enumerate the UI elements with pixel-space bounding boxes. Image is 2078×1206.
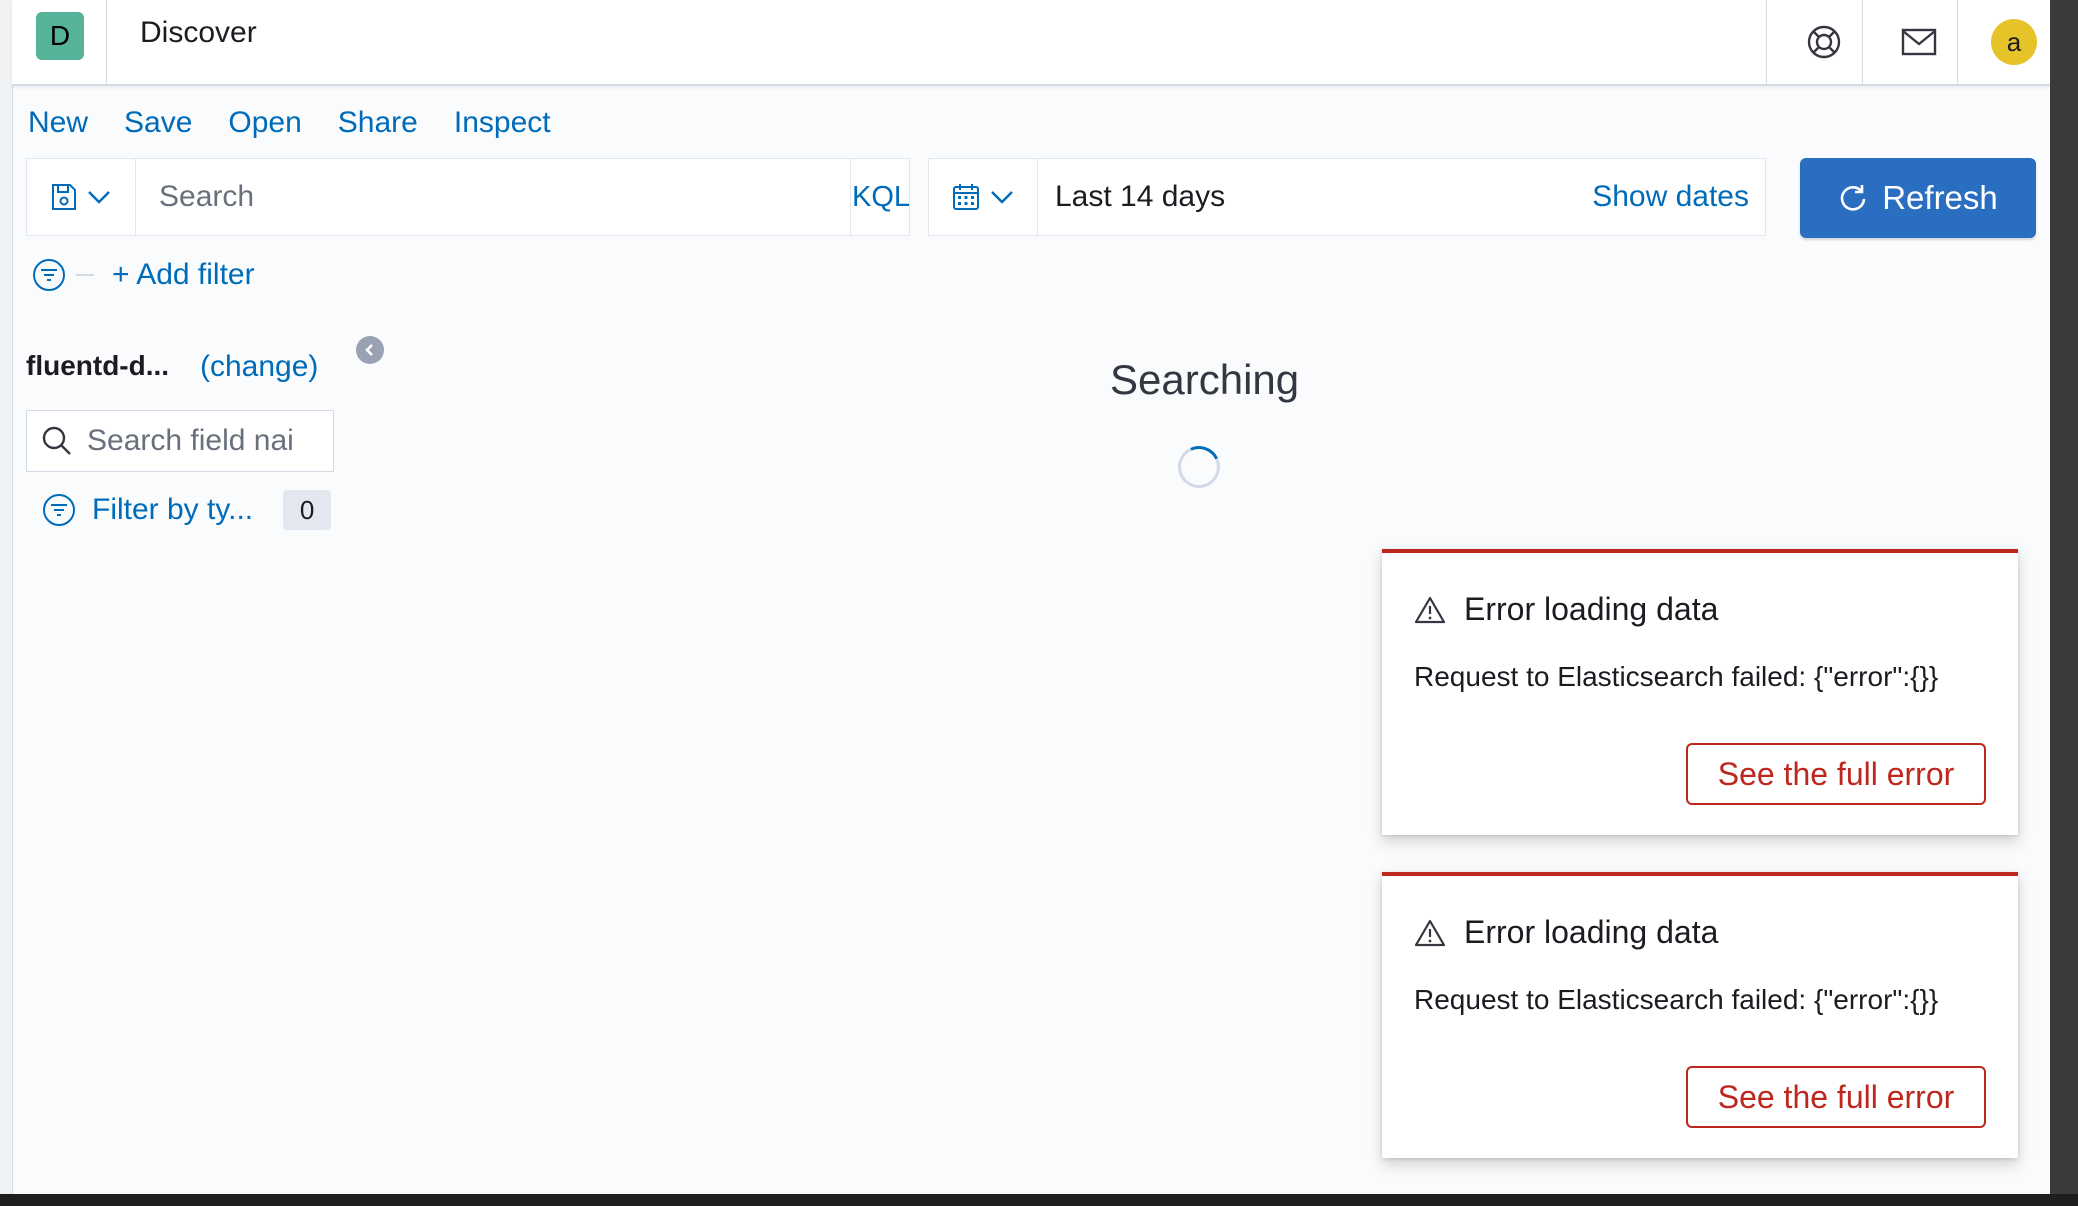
- see-full-error-button[interactable]: See the full error: [1686, 1066, 1986, 1128]
- menu-save[interactable]: Save: [124, 106, 192, 140]
- menu-new[interactable]: New: [28, 106, 88, 140]
- window-background: [2050, 0, 2078, 1206]
- warning-icon: [1414, 919, 1446, 946]
- see-full-error-button[interactable]: See the full error: [1686, 743, 1986, 805]
- error-toast: Error loading data Request to Elasticsea…: [1382, 872, 2018, 1158]
- header-divider: [1862, 0, 1863, 84]
- save-icon: [52, 184, 76, 210]
- filter-count-badge: 0: [283, 490, 332, 530]
- top-nav-menu: New Save Open Share Inspect: [28, 106, 551, 140]
- show-dates-link[interactable]: Show dates: [1592, 159, 1749, 235]
- toast-header: Error loading data: [1414, 914, 1718, 951]
- refresh-icon: [1840, 185, 1866, 211]
- calendar-icon: [953, 184, 979, 210]
- filter-icon[interactable]: [32, 258, 66, 292]
- loading-spinner: [1172, 440, 1226, 494]
- change-index-pattern-link[interactable]: (change): [200, 350, 318, 384]
- filter-by-type-label: Filter by ty...: [92, 493, 254, 526]
- menu-open[interactable]: Open: [228, 106, 301, 140]
- header-divider: [1766, 0, 1767, 84]
- toast-message: Request to Elasticsearch failed: {"error…: [1414, 984, 1939, 1015]
- date-range-label[interactable]: Last 14 days: [1055, 159, 1225, 235]
- newsfeed-button[interactable]: [1872, 0, 1966, 84]
- quick-select-button[interactable]: [929, 159, 1038, 235]
- search-input[interactable]: Search: [135, 159, 851, 235]
- avatar: a: [1991, 19, 2037, 65]
- kibana-app: D Discover a New Save Open Share Inspect…: [0, 0, 2050, 1194]
- query-language-button[interactable]: KQL: [851, 159, 911, 235]
- filter-divider: [76, 274, 94, 276]
- warning-icon: [1414, 596, 1446, 623]
- error-toast: Error loading data Request to Elasticsea…: [1382, 549, 2018, 835]
- field-search-placeholder: Search field nai: [87, 424, 294, 457]
- menu-share[interactable]: Share: [338, 106, 418, 140]
- collapse-sidebar-button[interactable]: [356, 336, 384, 364]
- header-divider: [106, 0, 107, 84]
- user-menu-button[interactable]: a: [1967, 0, 2050, 84]
- date-picker: Last 14 days Show dates: [928, 158, 1766, 236]
- arrow-left-icon: [365, 344, 373, 356]
- app-logo[interactable]: D: [36, 12, 84, 60]
- help-button[interactable]: [1777, 0, 1871, 84]
- header-divider: [1957, 0, 1958, 84]
- toast-title: Error loading data: [1464, 591, 1719, 627]
- window-background: [0, 1194, 2078, 1206]
- page-title: Discover: [140, 16, 257, 49]
- chevron-down-icon: [991, 191, 1013, 204]
- field-search-input[interactable]: Search field nai: [26, 410, 334, 472]
- top-header: D Discover a: [12, 0, 2050, 86]
- toast-header: Error loading data: [1414, 591, 1718, 628]
- index-pattern-title: fluentd-d...: [26, 350, 170, 381]
- left-edge: [0, 0, 13, 1194]
- search-icon: [42, 426, 71, 455]
- filter-by-type-button[interactable]: Filter by ty... 0: [42, 490, 332, 530]
- toast-title: Error loading data: [1464, 914, 1719, 950]
- mail-icon: [1901, 28, 1937, 56]
- refresh-label: Refresh: [1882, 179, 1998, 216]
- toast-message: Request to Elasticsearch failed: {"error…: [1414, 661, 1939, 692]
- chevron-down-icon: [88, 191, 110, 204]
- filter-bar: + Add filter: [32, 258, 255, 292]
- saved-query-button[interactable]: [27, 159, 136, 235]
- add-filter-button[interactable]: + Add filter: [112, 258, 255, 292]
- menu-inspect[interactable]: Inspect: [454, 106, 551, 140]
- loading-status: Searching: [1110, 356, 1300, 403]
- filter-icon: [43, 494, 75, 526]
- query-bar: Search KQL: [26, 158, 910, 236]
- help-icon: [1807, 25, 1841, 59]
- refresh-button[interactable]: Refresh: [1800, 158, 2036, 238]
